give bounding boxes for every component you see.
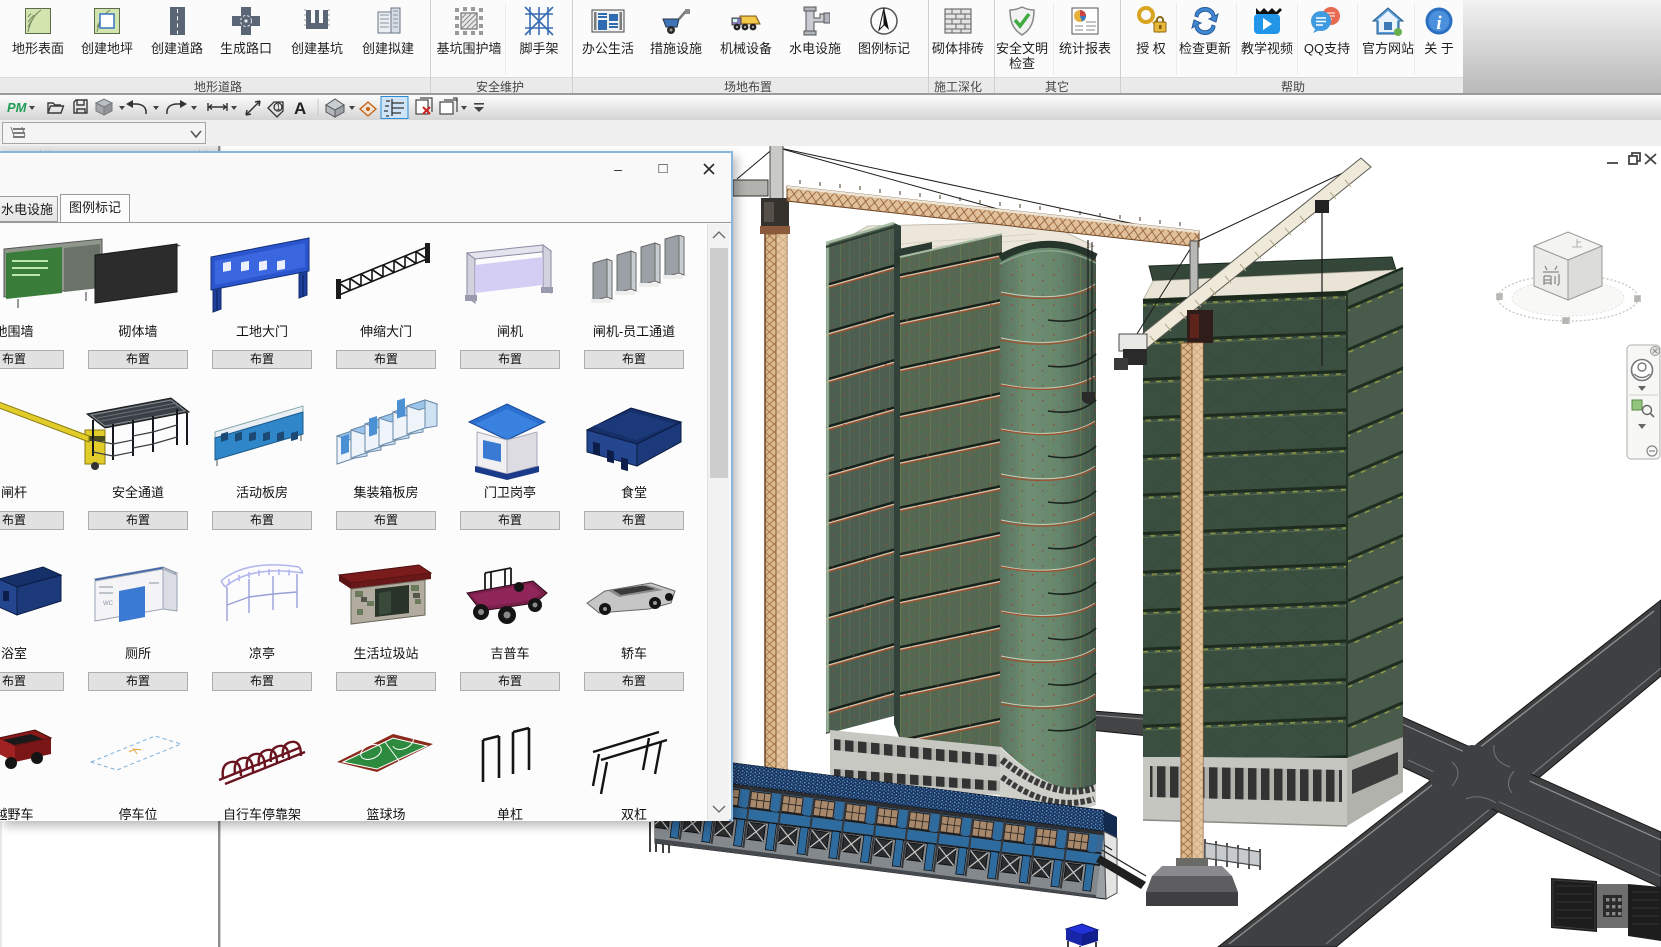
svg-text:i: i [1436, 13, 1442, 34]
svg-text:A: A [294, 99, 306, 118]
svg-text:1: 1 [276, 103, 281, 112]
svg-text:WC: WC [103, 601, 114, 607]
svg-text:PM: PM [7, 100, 28, 115]
